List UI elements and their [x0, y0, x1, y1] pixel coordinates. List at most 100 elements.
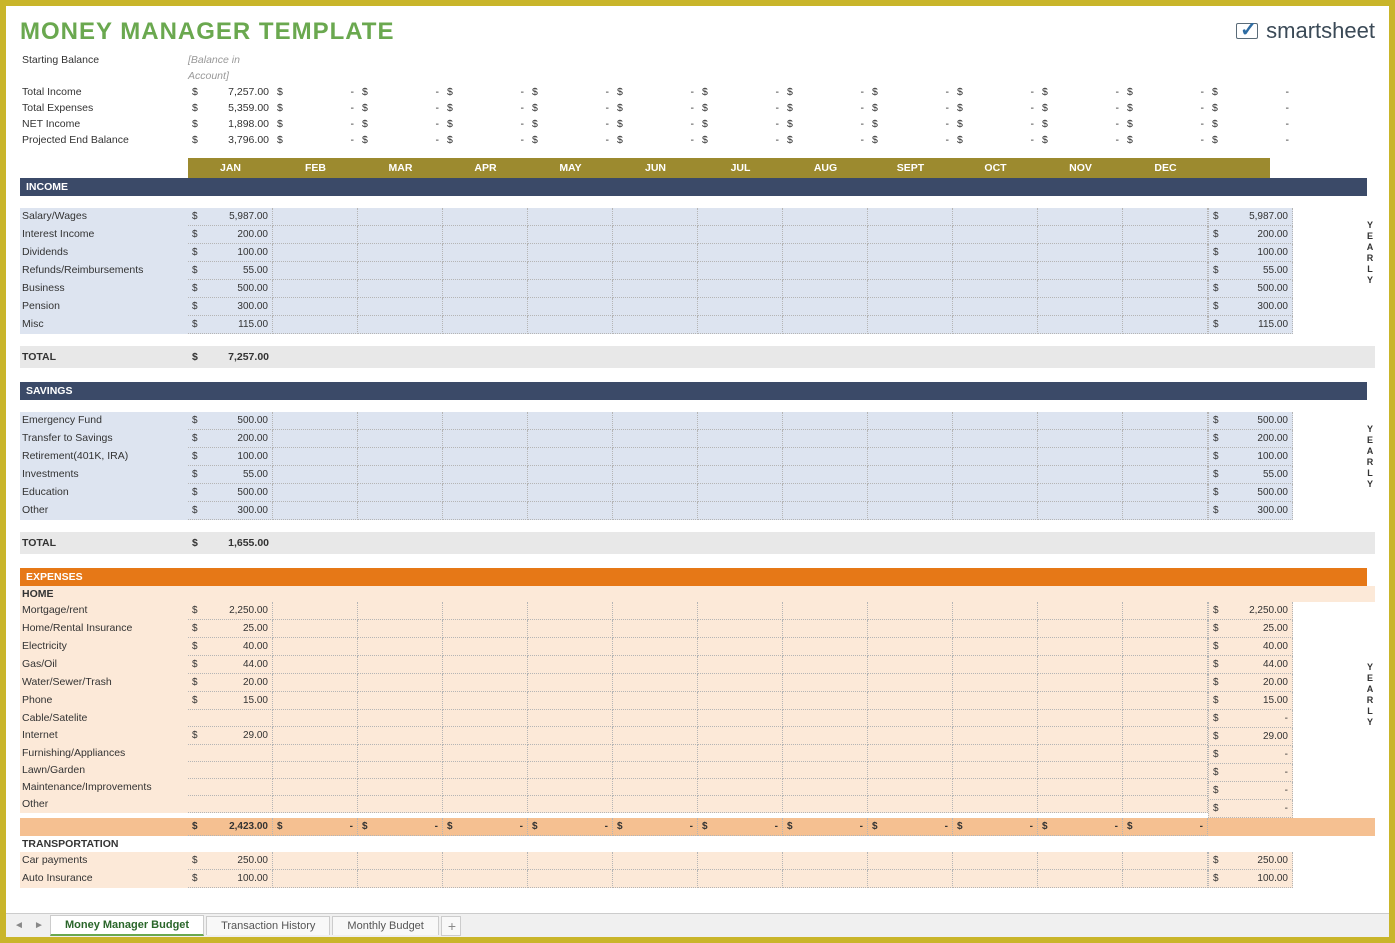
summary-cell[interactable]: $- [1038, 116, 1123, 132]
cell[interactable] [188, 762, 273, 779]
summary-cell[interactable]: $- [698, 84, 783, 100]
summary-cell[interactable]: $- [528, 100, 613, 116]
cell[interactable] [698, 412, 783, 430]
cell[interactable] [1038, 638, 1123, 656]
cell[interactable] [273, 226, 358, 244]
cell[interactable]: $500.00 [188, 484, 273, 502]
summary-cell[interactable]: $- [358, 116, 443, 132]
cell[interactable] [868, 502, 953, 520]
summary-cell[interactable]: $- [1208, 100, 1293, 116]
cell[interactable] [273, 762, 358, 779]
cell[interactable] [358, 779, 443, 796]
cell[interactable] [783, 656, 868, 674]
cell[interactable] [188, 710, 273, 727]
cell[interactable] [273, 502, 358, 520]
cell[interactable] [953, 620, 1038, 638]
summary-cell[interactable]: $- [698, 132, 783, 148]
summary-cell[interactable]: $- [698, 100, 783, 116]
cell[interactable] [358, 298, 443, 316]
cell[interactable] [1038, 762, 1123, 779]
cell[interactable] [528, 620, 613, 638]
cell[interactable] [1038, 710, 1123, 727]
cell[interactable] [953, 796, 1038, 813]
cell[interactable] [698, 745, 783, 762]
cell[interactable] [1123, 262, 1208, 280]
cell[interactable]: $2,250.00 [188, 602, 273, 620]
cell[interactable] [953, 316, 1038, 334]
cell[interactable] [528, 466, 613, 484]
summary-cell[interactable]: $- [358, 84, 443, 100]
cell[interactable] [613, 316, 698, 334]
cell[interactable] [528, 226, 613, 244]
cell[interactable] [868, 870, 953, 888]
cell[interactable] [1123, 852, 1208, 870]
cell[interactable] [1038, 298, 1123, 316]
cell[interactable] [443, 870, 528, 888]
cell[interactable] [783, 316, 868, 334]
cell[interactable] [1123, 226, 1208, 244]
summary-cell[interactable]: $- [613, 84, 698, 100]
cell[interactable] [868, 298, 953, 316]
cell[interactable] [698, 262, 783, 280]
cell[interactable] [783, 298, 868, 316]
cell[interactable] [1123, 870, 1208, 888]
cell[interactable] [953, 244, 1038, 262]
cell[interactable] [1123, 448, 1208, 466]
cell[interactable] [868, 226, 953, 244]
cell[interactable] [698, 796, 783, 813]
cell[interactable] [613, 710, 698, 727]
cell[interactable] [358, 484, 443, 502]
cell[interactable] [1123, 466, 1208, 484]
cell[interactable] [1038, 280, 1123, 298]
cell[interactable] [443, 602, 528, 620]
cell[interactable] [1038, 484, 1123, 502]
cell[interactable]: $29.00 [188, 727, 273, 745]
cell[interactable] [358, 412, 443, 430]
summary-cell[interactable]: $- [783, 100, 868, 116]
cell[interactable] [528, 674, 613, 692]
cell[interactable] [698, 244, 783, 262]
summary-cell[interactable]: $- [698, 116, 783, 132]
cell[interactable]: $500.00 [188, 412, 273, 430]
cell[interactable] [443, 208, 528, 226]
summary-cell[interactable]: $- [443, 132, 528, 148]
summary-cell[interactable]: $- [1123, 116, 1208, 132]
cell[interactable] [443, 656, 528, 674]
cell[interactable] [868, 638, 953, 656]
cell[interactable] [443, 466, 528, 484]
cell[interactable] [783, 796, 868, 813]
cell[interactable] [868, 466, 953, 484]
cell[interactable] [273, 656, 358, 674]
summary-cell[interactable]: $- [783, 116, 868, 132]
cell[interactable] [443, 745, 528, 762]
cell[interactable] [1123, 602, 1208, 620]
cell[interactable] [953, 852, 1038, 870]
cell[interactable] [783, 430, 868, 448]
summary-cell[interactable]: $- [1038, 84, 1123, 100]
cell[interactable]: $44.00 [188, 656, 273, 674]
summary-cell[interactable]: $- [868, 116, 953, 132]
cell[interactable] [1123, 502, 1208, 520]
cell[interactable] [443, 484, 528, 502]
cell[interactable] [613, 656, 698, 674]
cell[interactable] [1038, 448, 1123, 466]
cell[interactable] [528, 656, 613, 674]
cell[interactable] [358, 796, 443, 813]
cell[interactable] [443, 262, 528, 280]
cell[interactable] [613, 502, 698, 520]
cell[interactable] [613, 727, 698, 745]
summary-cell[interactable]: $- [528, 116, 613, 132]
cell[interactable] [953, 262, 1038, 280]
cell[interactable] [443, 316, 528, 334]
tab-money-manager-budget[interactable]: Money Manager Budget [50, 915, 204, 936]
cell[interactable] [698, 674, 783, 692]
cell[interactable] [1038, 226, 1123, 244]
cell[interactable] [1123, 656, 1208, 674]
cell[interactable]: $100.00 [188, 244, 273, 262]
cell[interactable] [698, 298, 783, 316]
cell[interactable] [868, 745, 953, 762]
cell[interactable] [528, 710, 613, 727]
cell[interactable] [868, 316, 953, 334]
cell[interactable] [953, 779, 1038, 796]
cell[interactable] [1038, 412, 1123, 430]
